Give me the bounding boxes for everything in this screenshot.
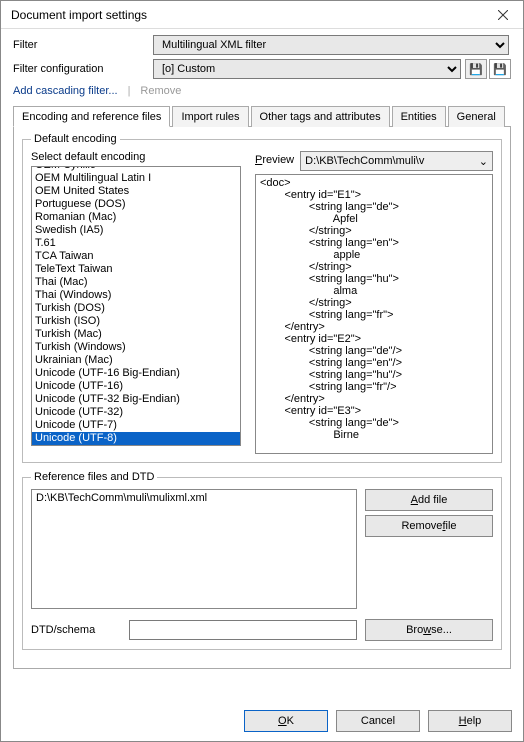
- cancel-button[interactable]: Cancel: [336, 710, 420, 732]
- list-item[interactable]: TeleText Taiwan: [32, 263, 240, 276]
- reference-legend: Reference files and DTD: [31, 471, 157, 483]
- dtd-label: DTD/schema: [31, 624, 121, 636]
- tab-entities[interactable]: Entities: [392, 106, 446, 127]
- select-encoding-label: Select default encoding: [31, 151, 145, 163]
- ok-button[interactable]: OK: [244, 710, 328, 732]
- list-item[interactable]: Ukrainian (Mac): [32, 354, 240, 367]
- close-button[interactable]: [483, 1, 523, 29]
- remove-file-button[interactable]: Remove file: [365, 515, 493, 537]
- add-cascading-link[interactable]: Add cascading filter...: [13, 85, 118, 97]
- filter-config-select[interactable]: [o] Custom: [153, 59, 461, 79]
- default-encoding-legend: Default encoding: [31, 133, 120, 145]
- encoding-listbox[interactable]: OEM CyrillicOEM Multilingual Latin IOEM …: [31, 166, 241, 446]
- list-item[interactable]: T.61: [32, 237, 240, 250]
- list-item[interactable]: Unicode (UTF-8): [32, 432, 240, 445]
- browse-button[interactable]: Browse...: [365, 619, 493, 641]
- tab-general[interactable]: General: [448, 106, 505, 127]
- window-title: Document import settings: [11, 8, 483, 22]
- list-item[interactable]: Turkish (Mac): [32, 328, 240, 341]
- preview-label: Preview: [255, 154, 294, 166]
- tab-import-rules[interactable]: Import rules: [172, 106, 248, 127]
- save-config-button[interactable]: 💾: [465, 59, 487, 79]
- list-item[interactable]: OEM Multilingual Latin I: [32, 172, 240, 185]
- preview-box: <doc> <entry id="E1"> <string lang="de">…: [255, 174, 493, 454]
- list-item[interactable]: Turkish (DOS): [32, 302, 240, 315]
- filter-config-label: Filter configuration: [13, 63, 153, 75]
- list-item[interactable]: Unicode (UTF-16 Big-Endian): [32, 367, 240, 380]
- tab-other-tags[interactable]: Other tags and attributes: [251, 106, 390, 127]
- separator: |: [128, 85, 131, 97]
- filter-select[interactable]: Multilingual XML filter: [153, 35, 509, 55]
- remove-link: Remove: [140, 85, 181, 97]
- list-item[interactable]: Unicode (UTF-32): [32, 406, 240, 419]
- preview-path: D:\KB\TechComm\muli\v: [305, 155, 424, 167]
- tab-encoding[interactable]: Encoding and reference files: [13, 106, 170, 127]
- list-item[interactable]: TCA Taiwan: [32, 250, 240, 263]
- list-item[interactable]: D:\KB\TechComm\muli\mulixml.xml: [36, 492, 352, 504]
- dtd-input[interactable]: [129, 620, 357, 640]
- list-item[interactable]: Thai (Windows): [32, 289, 240, 302]
- list-item[interactable]: Swedish (IA5): [32, 224, 240, 237]
- list-item[interactable]: Thai (Mac): [32, 276, 240, 289]
- close-icon: [498, 10, 508, 20]
- floppy-icon: 💾: [469, 63, 483, 76]
- reference-files-list[interactable]: D:\KB\TechComm\muli\mulixml.xml: [31, 489, 357, 609]
- floppy-star-icon: 💾: [493, 63, 507, 76]
- reference-group: Reference files and DTD D:\KB\TechComm\m…: [22, 471, 502, 650]
- list-item[interactable]: OEM United States: [32, 185, 240, 198]
- chevron-down-icon: ⌄: [479, 155, 488, 168]
- list-item[interactable]: Unicode (UTF-7): [32, 419, 240, 432]
- new-config-button[interactable]: 💾: [489, 59, 511, 79]
- tabs: Encoding and reference files Import rule…: [13, 105, 511, 127]
- add-file-button[interactable]: Add file: [365, 489, 493, 511]
- list-item[interactable]: Unicode (UTF-32 Big-Endian): [32, 393, 240, 406]
- filter-label: Filter: [13, 39, 153, 51]
- help-button[interactable]: Help: [428, 710, 512, 732]
- list-item[interactable]: Unicode (UTF-16): [32, 380, 240, 393]
- default-encoding-group: Default encoding Select default encoding…: [22, 133, 502, 463]
- preview-file-select[interactable]: D:\KB\TechComm\muli\v ⌄: [300, 151, 493, 171]
- list-item[interactable]: Romanian (Mac): [32, 211, 240, 224]
- list-item[interactable]: Turkish (ISO): [32, 315, 240, 328]
- list-item[interactable]: Turkish (Windows): [32, 341, 240, 354]
- titlebar: Document import settings: [1, 1, 523, 29]
- list-item[interactable]: Portuguese (DOS): [32, 198, 240, 211]
